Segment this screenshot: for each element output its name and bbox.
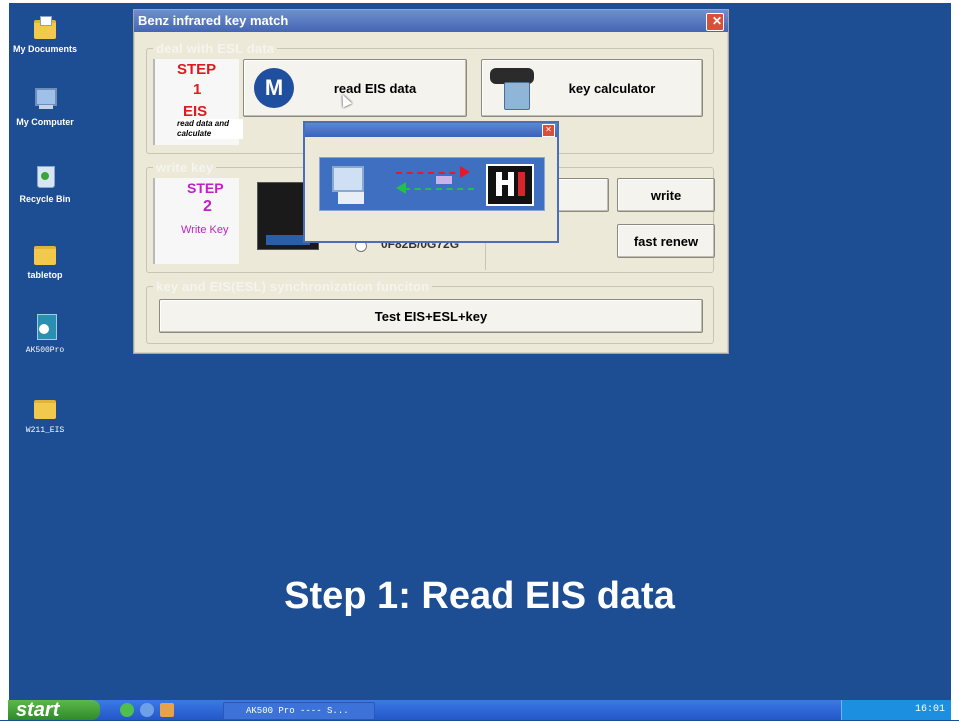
step1-word: STEP	[177, 61, 217, 78]
test-button-label: Test EIS+ESL+key	[374, 308, 488, 324]
desktop-icon-label: AK500Pro	[25, 346, 65, 355]
taskbar-item-label: AK500 Pro ---- S...	[246, 706, 349, 716]
desktop-icon-label: Recycle Bin	[19, 194, 71, 204]
desktop-icon-label: tabletop	[27, 270, 63, 280]
window-titlebar[interactable]: Benz infrared key match ✕	[134, 10, 728, 32]
computer-icon	[30, 85, 60, 113]
step2-card: STEP 2 Write Key	[153, 178, 239, 264]
desktop-icon-recycle-bin[interactable]: Recycle Bin	[5, 162, 85, 204]
desktop-icon-label: My Computer	[16, 117, 74, 127]
arrow-head-left-icon	[396, 182, 406, 194]
desktop-icon-my-documents[interactable]: My Documents	[5, 12, 85, 54]
step1-name: EIS	[183, 103, 208, 120]
folder-icon	[30, 238, 60, 266]
hr-device-logo-icon	[486, 164, 534, 206]
step-caption: Step 1: Read EIS data	[284, 575, 675, 617]
quicklaunch-media-icon[interactable]	[160, 703, 174, 717]
arrow-head-right-icon	[460, 166, 470, 178]
step1-desc: read data and calculate	[177, 119, 243, 139]
motorola-logo-icon: M	[254, 68, 294, 108]
quicklaunch-browser-icon[interactable]	[120, 703, 134, 717]
screen-edge-top	[0, 0, 959, 3]
step2-number: 2	[203, 198, 212, 215]
group-synchronization: key and EIS(ESL) synchronization funcito…	[146, 279, 714, 344]
popup-titlebar[interactable]: ✕	[305, 123, 557, 137]
communication-animation	[319, 157, 545, 211]
taskbar-item-ak500[interactable]: AK500 Pro ---- S...	[223, 702, 375, 720]
folder-icon	[30, 392, 60, 420]
write-button[interactable]: write	[617, 178, 715, 212]
system-tray: 16:01	[841, 700, 951, 720]
arrow-to-device-icon	[396, 172, 466, 174]
key-programmer-device-icon	[488, 66, 536, 110]
key-calculator-button[interactable]: key calculator	[481, 59, 703, 117]
tray-clock[interactable]: 16:01	[915, 704, 945, 715]
chip-icon	[436, 176, 452, 184]
popup-close-button[interactable]: ✕	[542, 124, 555, 137]
computer-icon	[332, 166, 364, 192]
read-eis-button[interactable]: M read EIS data	[243, 59, 467, 117]
computer-base	[338, 192, 364, 204]
desktop-icon-label: W211_EIS	[25, 426, 65, 435]
fast-renew-label: fast renew	[633, 233, 699, 249]
documents-folder-icon	[30, 12, 60, 40]
taskbar: start AK500 Pro ---- S... 16:01	[8, 700, 951, 720]
close-button[interactable]: ✕	[706, 13, 724, 31]
step2-name: Write Key	[181, 224, 229, 236]
group-legend: key and EIS(ESL) synchronization funcito…	[153, 279, 433, 294]
quicklaunch-ie-icon[interactable]	[140, 703, 154, 717]
test-eis-esl-key-button[interactable]: Test EIS+ESL+key	[159, 299, 703, 333]
desktop-icon-w211-eis[interactable]: W211_EIS	[5, 392, 85, 435]
fast-renew-button[interactable]: fast renew	[617, 224, 715, 258]
step1-card: STEP 1 EIS read data and calculate	[153, 59, 243, 145]
ak500pro-app-icon	[30, 312, 60, 340]
recycle-bin-icon	[30, 162, 60, 190]
window-title: Benz infrared key match	[138, 13, 289, 28]
write-label: write	[650, 187, 682, 203]
step1-number: 1	[193, 81, 202, 98]
start-label: start	[16, 699, 60, 721]
key-calculator-label: key calculator	[568, 80, 656, 96]
desktop-icon-ak500pro[interactable]: AK500Pro	[5, 312, 85, 355]
communication-popup: ✕	[303, 121, 559, 243]
step2-word: STEP	[187, 180, 224, 196]
arrow-to-computer-icon	[404, 188, 474, 190]
start-button[interactable]: start	[8, 700, 100, 720]
desktop-icon-tabletop[interactable]: tabletop	[5, 238, 85, 280]
desktop-icon-my-computer[interactable]: My Computer	[5, 85, 85, 127]
group-legend: write key	[153, 160, 217, 175]
group-legend: deal with ESL data	[153, 41, 278, 56]
desktop-icon-label: My Documents	[12, 44, 77, 54]
blank-button[interactable]	[557, 178, 609, 212]
